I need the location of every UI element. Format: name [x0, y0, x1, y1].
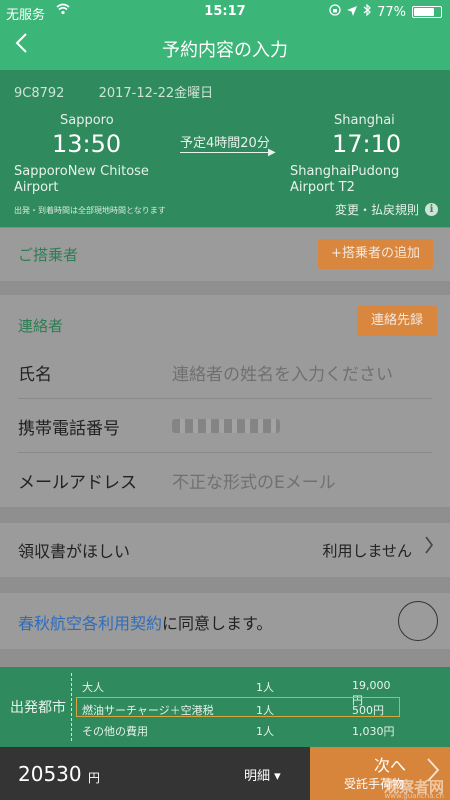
receipt-label: 領収書がほしい	[18, 542, 131, 561]
origin-airport-line1: SapporoNew Chitose	[14, 164, 149, 179]
contact-form: 氏名 連絡者の姓名を入力ください 携帯電話番号 メールアドレス 不正な形式のEメ…	[0, 345, 450, 507]
nav-bar: 予約内容の入力	[0, 24, 450, 70]
phone-row[interactable]: 携帯電話番号	[0, 399, 450, 453]
local-time-note: 出発・到着時間は全部現地時間となります	[14, 206, 166, 215]
price-breakdown: 出発都市 大人 1人 19,000円 燃油サーチャージ＋空港税 1人 500円 …	[0, 667, 450, 747]
next-button[interactable]: 次へ 受託手荷物 观察者网 www.guancha.cn	[310, 747, 450, 800]
name-label: 氏名	[18, 365, 52, 385]
battery-percent: 77%	[377, 4, 406, 20]
price-item-name: その他の費用	[82, 725, 148, 738]
flight-summary: 9C8792 2017-12-22金曜日 Sapporo 13:50 Sappo…	[0, 70, 450, 227]
name-input[interactable]: 連絡者の姓名を入力ください	[172, 360, 393, 385]
email-label: メールアドレス	[18, 473, 137, 493]
agreement-suffix: に同意します。	[162, 614, 273, 633]
email-row[interactable]: メールアドレス 不正な形式のEメール	[0, 453, 450, 507]
price-item-qty: 1人	[256, 704, 274, 717]
dest-airport-line1: ShanghaiPudong	[290, 164, 400, 179]
price-row: 燃油サーチャージ＋空港税 1人 500円	[76, 697, 400, 717]
origin-city: Sapporo	[60, 113, 114, 128]
caret-down-icon: ▾	[274, 769, 281, 784]
rules-label: 変更・払戻規則	[334, 203, 419, 217]
arrow-right-icon: ▶	[268, 147, 276, 158]
battery-icon	[412, 6, 442, 18]
flight-code: 9C8792	[14, 86, 65, 101]
location-icon	[347, 5, 358, 20]
phone-input-redacted[interactable]	[172, 419, 280, 433]
dest-city: Shanghai	[334, 113, 395, 128]
price-item-amount: 500円	[352, 704, 384, 717]
agreement-text: 春秋航空各利用契約に同意します。	[18, 610, 272, 634]
agreement-row: 春秋航空各利用契約に同意します。	[0, 593, 450, 649]
email-input[interactable]: 不正な形式のEメール	[172, 468, 336, 493]
origin-airport-line2: Airport	[14, 180, 59, 195]
add-passenger-button[interactable]: +搭乗者の追加	[318, 239, 433, 269]
price-item-qty: 1人	[256, 725, 274, 738]
flight-duration: 予定4時間20分	[180, 136, 270, 151]
depart-time: 13:50	[52, 130, 122, 158]
info-icon: i	[425, 203, 438, 216]
passenger-section: ご搭乗者 +搭乗者の追加	[0, 227, 450, 281]
contact-record-button[interactable]: 連絡先録	[357, 306, 437, 336]
price-item-qty: 1人	[256, 681, 274, 694]
departure-city-label: 出発都市	[10, 700, 66, 716]
receipt-value: 利用しません	[322, 542, 412, 560]
price-row: 大人 1人 19,000円	[76, 675, 400, 707]
dest-airport: ShanghaiPudong Airport T2	[290, 164, 399, 196]
flight-meta: 9C8792 2017-12-22金曜日	[14, 82, 243, 101]
contact-header: 連絡者 連絡先録	[0, 295, 450, 345]
rotation-lock-icon	[329, 4, 341, 20]
price-row: その他の費用 1人 1,030円	[76, 719, 400, 739]
passenger-label: ご搭乗者	[18, 246, 79, 264]
flight-date: 2017-12-22金曜日	[98, 86, 214, 101]
agreement-link[interactable]: 春秋航空各利用契約	[18, 614, 162, 633]
chevron-right-icon	[424, 535, 434, 560]
total-price: 20530	[18, 762, 82, 786]
detail-label: 明細	[244, 769, 271, 784]
flight-arrow-line	[180, 152, 272, 153]
change-refund-rules-link[interactable]: 変更・払戻規則 i	[335, 201, 438, 218]
status-right: 77%	[329, 3, 442, 20]
price-item-amount: 1,030円	[352, 725, 395, 738]
arrive-time: 17:10	[332, 130, 402, 158]
name-row[interactable]: 氏名 連絡者の姓名を入力ください	[0, 345, 450, 399]
total-unit: 円	[88, 771, 101, 785]
next-label: 次へ	[374, 756, 407, 775]
price-item-name: 大人	[82, 681, 104, 694]
bluetooth-icon	[363, 3, 371, 20]
status-bar: 无服务 15:17 77%	[0, 0, 450, 24]
price-detail-toggle[interactable]: 明細 ▾	[244, 765, 281, 784]
receipt-row[interactable]: 領収書がほしい 利用しません	[0, 523, 450, 577]
price-item-name: 燃油サーチャージ＋空港税	[82, 704, 214, 717]
page-title: 予約内容の入力	[162, 40, 288, 61]
dashed-divider	[71, 673, 72, 741]
phone-label: 携帯電話番号	[18, 419, 120, 439]
dest-airport-line2: Airport T2	[290, 180, 355, 195]
agree-checkbox[interactable]	[398, 601, 438, 641]
origin-airport: SapporoNew Chitose Airport	[14, 164, 149, 196]
contact-label: 連絡者	[18, 317, 64, 335]
watermark-url: www.guancha.cn	[384, 792, 444, 800]
